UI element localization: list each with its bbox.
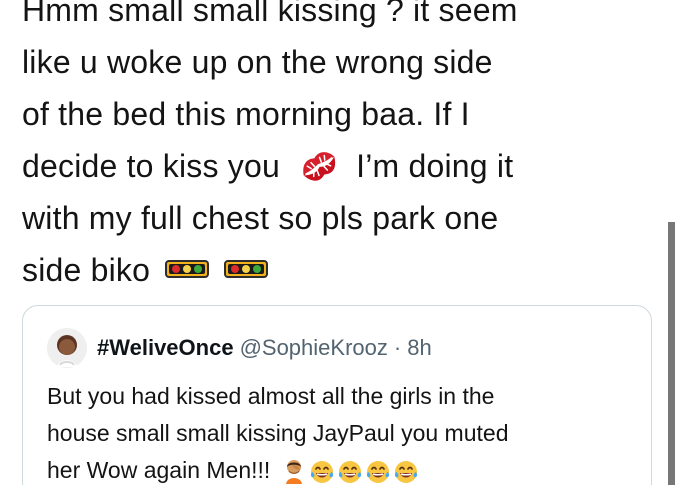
horizontal-traffic-light-icon — [224, 259, 269, 278]
tweet-time[interactable]: 8h — [407, 335, 431, 361]
quoted-tweet-card[interactable]: #WeliveOnce @SophieKrooz · 8h But you ha… — [22, 305, 652, 485]
emoji-row — [281, 458, 419, 485]
tweet-line-with-emojis: side biko — [22, 244, 652, 296]
tweet-line-part: decide to kiss you — [22, 148, 280, 184]
tweet-line: like u woke up on the wrong side — [22, 44, 493, 80]
quoted-tweet-header: #WeliveOnce @SophieKrooz · 8h — [47, 328, 432, 368]
quoted-tweet-line-part: her Wow again Men!!! — [47, 457, 271, 483]
face-with-tears-of-joy-icon — [394, 460, 417, 483]
username-handle[interactable]: @SophieKrooz — [240, 335, 388, 361]
tweet-body: Hmm small small kissing ? it seem like u… — [22, 0, 652, 296]
face-with-tears-of-joy-icon — [310, 460, 333, 483]
tweet-line-part: I’m doing it — [356, 148, 514, 184]
scrollbar-thumb[interactable] — [668, 222, 675, 485]
tweet-line: with my full chest so pls park one — [22, 200, 499, 236]
quoted-tweet-line: But you had kissed almost all the girls … — [47, 383, 495, 409]
tweet-line-with-emoji: decide to kiss you I’m doing it — [22, 140, 652, 192]
face-with-tears-of-joy-icon — [338, 460, 361, 483]
quoted-tweet-body: But you had kissed almost all the girls … — [47, 378, 637, 485]
tweet-screenshot: Hmm small small kissing ? it seem like u… — [0, 0, 675, 485]
quoted-tweet-line: house small small kissing JayPaul you mu… — [47, 420, 509, 446]
tweet-line: Hmm small small kissing ? it seem — [22, 0, 518, 28]
display-name[interactable]: #WeliveOnce — [97, 335, 234, 361]
avatar-image — [47, 328, 87, 368]
face-with-tears-of-joy-icon — [366, 460, 389, 483]
quoted-tweet-line-with-emojis: her Wow again Men!!! — [47, 452, 637, 485]
tweet-line-part: side biko — [22, 252, 151, 288]
person-facepalming-icon — [285, 460, 302, 485]
separator-dot: · — [393, 335, 402, 360]
horizontal-traffic-light-icon — [165, 259, 210, 278]
tweet-line: of the bed this morning baa. If I — [22, 96, 470, 132]
avatar[interactable] — [47, 328, 87, 368]
kiss-mark-icon — [303, 151, 336, 181]
